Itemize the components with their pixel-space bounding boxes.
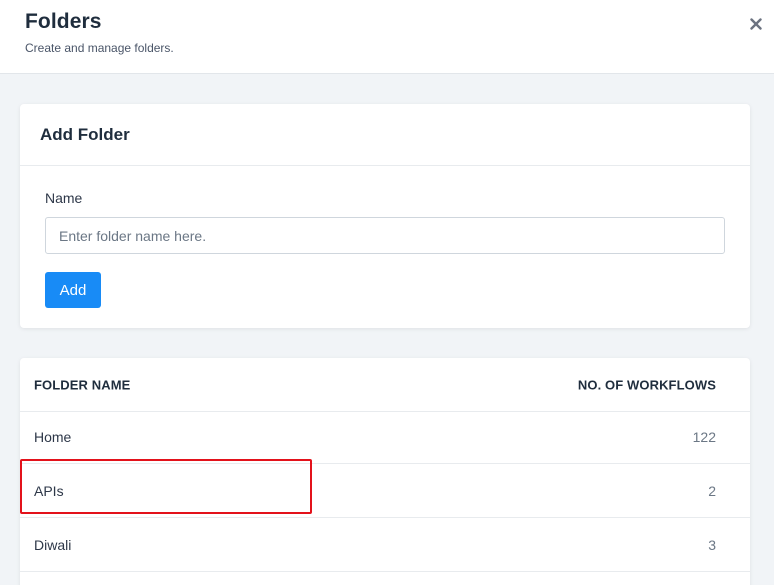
close-icon[interactable]	[750, 18, 762, 30]
folder-name-cell[interactable]: Home	[34, 429, 71, 445]
table-row[interactable]: APIs 2	[20, 464, 750, 518]
folders-table: FOLDER NAME NO. OF WORKFLOWS Home 122 AP…	[20, 358, 750, 585]
table-header-row: FOLDER NAME NO. OF WORKFLOWS	[20, 358, 750, 412]
page-title: Folders	[25, 10, 102, 33]
add-folder-card-header: Add Folder	[20, 104, 750, 166]
folder-name-cell[interactable]: Diwali	[34, 537, 71, 553]
column-header-folder-name: FOLDER NAME	[34, 377, 131, 392]
close-button[interactable]	[744, 11, 768, 37]
folder-name-cell[interactable]: APIs	[34, 483, 64, 499]
workflow-count-cell: 3	[708, 536, 716, 553]
table-row[interactable]: Home 122	[20, 410, 750, 464]
workflow-count-cell: 122	[692, 428, 716, 445]
page-header: Folders Create and manage folders.	[0, 0, 774, 74]
table-row[interactable]: Diwali 3	[20, 518, 750, 572]
page-subtitle: Create and manage folders.	[25, 41, 174, 55]
workflow-count-cell: 2	[708, 482, 716, 499]
column-header-workflow-count: NO. OF WORKFLOWS	[577, 377, 716, 392]
add-folder-card: Add Folder Name Add	[20, 104, 750, 328]
name-label: Name	[45, 190, 83, 206]
add-folder-title: Add Folder	[40, 125, 130, 144]
add-folder-button[interactable]: Add	[45, 272, 101, 308]
folder-name-input[interactable]	[45, 217, 725, 254]
